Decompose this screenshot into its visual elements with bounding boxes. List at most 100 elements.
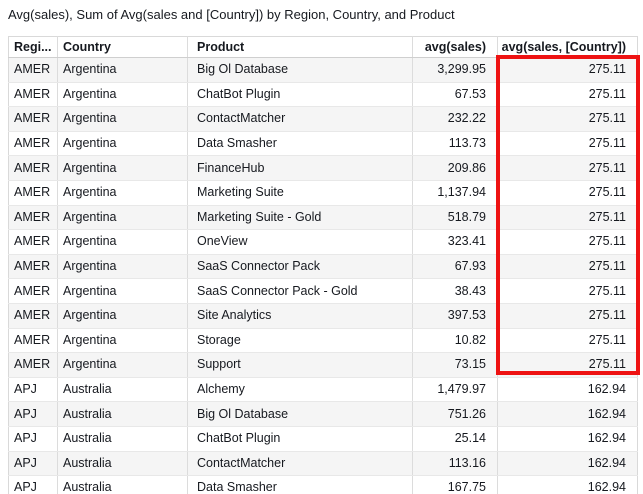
cell-product[interactable]: Marketing Suite - Gold bbox=[188, 205, 413, 230]
cell-region[interactable]: AMER bbox=[9, 303, 58, 328]
cell-region[interactable]: AMER bbox=[9, 279, 58, 304]
cell-product[interactable]: Site Analytics bbox=[188, 303, 413, 328]
cell-region[interactable]: AMER bbox=[9, 328, 58, 353]
cell-country[interactable]: Argentina bbox=[58, 328, 188, 353]
cell-avg-sales[interactable]: 73.15 bbox=[413, 353, 498, 378]
cell-avg-sales-country[interactable]: 162.94 bbox=[498, 476, 638, 494]
cell-product[interactable]: FinanceHub bbox=[188, 156, 413, 181]
cell-region[interactable]: APJ bbox=[9, 426, 58, 451]
cell-avg-sales-country[interactable]: 275.11 bbox=[498, 131, 638, 156]
cell-avg-sales-country[interactable]: 275.11 bbox=[498, 328, 638, 353]
cell-avg-sales-country[interactable]: 275.11 bbox=[498, 254, 638, 279]
cell-region[interactable]: AMER bbox=[9, 131, 58, 156]
cell-avg-sales[interactable]: 323.41 bbox=[413, 230, 498, 255]
cell-avg-sales-country[interactable]: 275.11 bbox=[498, 205, 638, 230]
cell-product[interactable]: Marketing Suite bbox=[188, 180, 413, 205]
column-header-avg-sales[interactable]: avg(sales) bbox=[413, 37, 498, 58]
table-row: AMERArgentinaMarketing Suite - Gold518.7… bbox=[9, 205, 638, 230]
cell-country[interactable]: Australia bbox=[58, 377, 188, 402]
cell-country[interactable]: Argentina bbox=[58, 82, 188, 107]
cell-product[interactable]: Support bbox=[188, 353, 413, 378]
cell-country[interactable]: Argentina bbox=[58, 131, 188, 156]
cell-product[interactable]: Alchemy bbox=[188, 377, 413, 402]
cell-country[interactable]: Argentina bbox=[58, 303, 188, 328]
cell-region[interactable]: AMER bbox=[9, 156, 58, 181]
cell-avg-sales-country[interactable]: 275.11 bbox=[498, 303, 638, 328]
cell-country[interactable]: Argentina bbox=[58, 230, 188, 255]
cell-avg-sales[interactable]: 209.86 bbox=[413, 156, 498, 181]
cell-country[interactable]: Argentina bbox=[58, 353, 188, 378]
cell-avg-sales[interactable]: 25.14 bbox=[413, 426, 498, 451]
cell-country[interactable]: Australia bbox=[58, 451, 188, 476]
cell-product[interactable]: Data Smasher bbox=[188, 131, 413, 156]
cell-product[interactable]: OneView bbox=[188, 230, 413, 255]
cell-region[interactable]: AMER bbox=[9, 58, 58, 83]
cell-country[interactable]: Argentina bbox=[58, 279, 188, 304]
cell-region[interactable]: APJ bbox=[9, 377, 58, 402]
cell-avg-sales-country[interactable]: 275.11 bbox=[498, 107, 638, 132]
cell-avg-sales-country[interactable]: 162.94 bbox=[498, 451, 638, 476]
cell-product[interactable]: ChatBot Plugin bbox=[188, 426, 413, 451]
cell-avg-sales[interactable]: 1,137.94 bbox=[413, 180, 498, 205]
table-row: APJAustraliaChatBot Plugin25.14162.94 bbox=[9, 426, 638, 451]
column-header-region[interactable]: Regi... bbox=[9, 37, 58, 58]
cell-avg-sales[interactable]: 518.79 bbox=[413, 205, 498, 230]
cell-country[interactable]: Argentina bbox=[58, 254, 188, 279]
cell-avg-sales-country[interactable]: 275.11 bbox=[498, 279, 638, 304]
cell-region[interactable]: AMER bbox=[9, 82, 58, 107]
cell-avg-sales-country[interactable]: 162.94 bbox=[498, 377, 638, 402]
cell-product[interactable]: ChatBot Plugin bbox=[188, 82, 413, 107]
cell-product[interactable]: Big Ol Database bbox=[188, 58, 413, 83]
cell-product[interactable]: ContactMatcher bbox=[188, 107, 413, 132]
cell-region[interactable]: AMER bbox=[9, 230, 58, 255]
cell-avg-sales-country[interactable]: 275.11 bbox=[498, 230, 638, 255]
cell-avg-sales[interactable]: 397.53 bbox=[413, 303, 498, 328]
cell-product[interactable]: SaaS Connector Pack - Gold bbox=[188, 279, 413, 304]
column-header-country[interactable]: Country bbox=[58, 37, 188, 58]
cell-country[interactable]: Argentina bbox=[58, 58, 188, 83]
cell-region[interactable]: APJ bbox=[9, 476, 58, 494]
cell-product[interactable]: Storage bbox=[188, 328, 413, 353]
cell-region[interactable]: APJ bbox=[9, 451, 58, 476]
cell-region[interactable]: APJ bbox=[9, 402, 58, 427]
cell-avg-sales[interactable]: 3,299.95 bbox=[413, 58, 498, 83]
table-row: AMERArgentinaSaaS Connector Pack - Gold3… bbox=[9, 279, 638, 304]
cell-product[interactable]: Data Smasher bbox=[188, 476, 413, 494]
cell-avg-sales[interactable]: 67.53 bbox=[413, 82, 498, 107]
cell-country[interactable]: Argentina bbox=[58, 180, 188, 205]
cell-avg-sales-country[interactable]: 275.11 bbox=[498, 180, 638, 205]
cell-avg-sales[interactable]: 751.26 bbox=[413, 402, 498, 427]
cell-country[interactable]: Australia bbox=[58, 476, 188, 494]
cell-avg-sales[interactable]: 113.16 bbox=[413, 451, 498, 476]
cell-avg-sales-country[interactable]: 275.11 bbox=[498, 58, 638, 83]
cell-avg-sales-country[interactable]: 275.11 bbox=[498, 353, 638, 378]
cell-product[interactable]: SaaS Connector Pack bbox=[188, 254, 413, 279]
cell-country[interactable]: Argentina bbox=[58, 107, 188, 132]
cell-avg-sales[interactable]: 113.73 bbox=[413, 131, 498, 156]
cell-avg-sales-country[interactable]: 162.94 bbox=[498, 426, 638, 451]
cell-region[interactable]: AMER bbox=[9, 254, 58, 279]
cell-avg-sales-country[interactable]: 162.94 bbox=[498, 402, 638, 427]
cell-avg-sales[interactable]: 167.75 bbox=[413, 476, 498, 494]
cell-avg-sales-country[interactable]: 275.11 bbox=[498, 82, 638, 107]
cell-region[interactable]: AMER bbox=[9, 107, 58, 132]
cell-product[interactable]: Big Ol Database bbox=[188, 402, 413, 427]
cell-avg-sales[interactable]: 232.22 bbox=[413, 107, 498, 132]
cell-avg-sales[interactable]: 1,479.97 bbox=[413, 377, 498, 402]
cell-country[interactable]: Australia bbox=[58, 402, 188, 427]
cell-product[interactable]: ContactMatcher bbox=[188, 451, 413, 476]
cell-region[interactable]: AMER bbox=[9, 205, 58, 230]
cell-region[interactable]: AMER bbox=[9, 180, 58, 205]
cell-avg-sales[interactable]: 10.82 bbox=[413, 328, 498, 353]
table-visual: Avg(sales), Sum of Avg(sales and [Countr… bbox=[0, 0, 643, 494]
column-header-avg-sales-country[interactable]: avg(sales, [Country]) bbox=[498, 37, 638, 58]
column-header-product[interactable]: Product bbox=[188, 37, 413, 58]
cell-country[interactable]: Australia bbox=[58, 426, 188, 451]
table-row: APJAustraliaAlchemy1,479.97162.94 bbox=[9, 377, 638, 402]
cell-avg-sales[interactable]: 38.43 bbox=[413, 279, 498, 304]
cell-region[interactable]: AMER bbox=[9, 353, 58, 378]
cell-avg-sales-country[interactable]: 275.11 bbox=[498, 156, 638, 181]
cell-country[interactable]: Argentina bbox=[58, 205, 188, 230]
cell-avg-sales[interactable]: 67.93 bbox=[413, 254, 498, 279]
cell-country[interactable]: Argentina bbox=[58, 156, 188, 181]
